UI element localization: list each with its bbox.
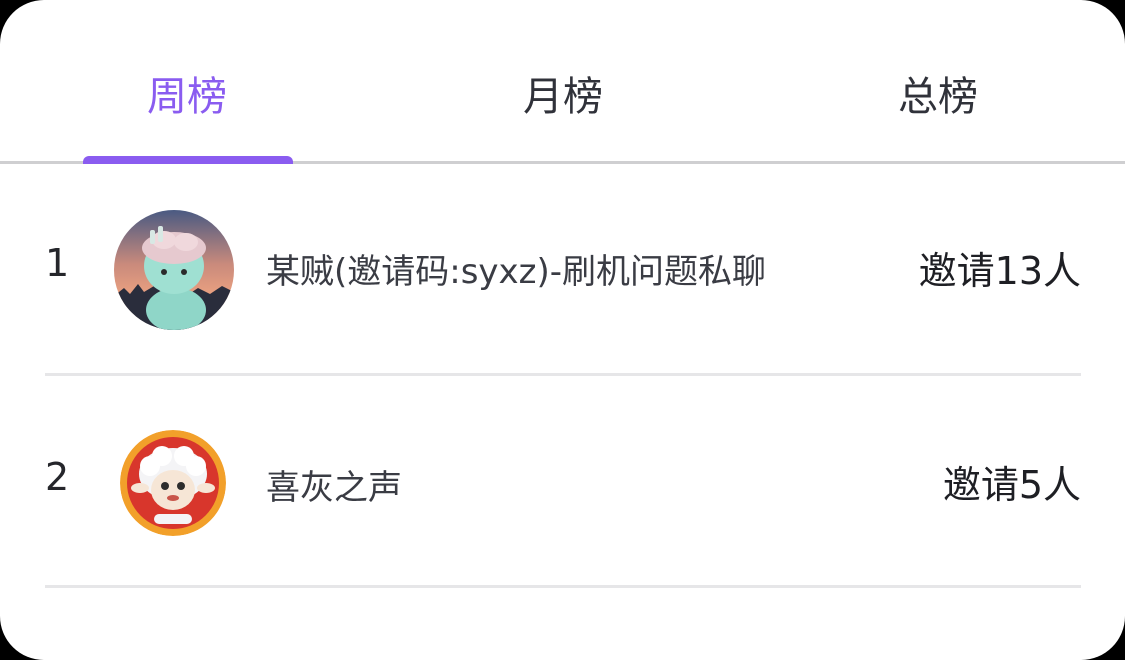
tab-week[interactable]: 周榜 — [62, 70, 312, 124]
active-tab-indicator — [83, 156, 293, 164]
rank-number: 2 — [45, 455, 70, 499]
leaderboard-card: 周榜 月榜 总榜 1 某贼(邀请码:syxz)-刷机问题私聊 邀请13人 2 喜… — [0, 0, 1125, 660]
avatar[interactable] — [114, 210, 234, 330]
rank-number: 1 — [45, 241, 70, 285]
leaderboard-row[interactable]: 2 喜灰之声 邀请5人 — [45, 378, 1081, 588]
tab-bar: 周榜 月榜 总榜 — [0, 0, 1125, 164]
invite-count: 邀请5人 — [942, 463, 1081, 507]
avatar[interactable] — [120, 430, 226, 536]
doll-figure-avatar-icon — [114, 210, 234, 330]
user-name: 某贼(邀请码:syxz)-刷机问题私聊 — [266, 252, 767, 292]
leaderboard-row[interactable]: 1 某贼(邀请码:syxz)-刷机问题私聊 邀请13人 — [45, 166, 1081, 376]
invite-count: 邀请13人 — [918, 249, 1081, 293]
sheep-avatar-icon — [120, 430, 226, 536]
tab-month[interactable]: 月榜 — [438, 70, 688, 124]
tab-total[interactable]: 总榜 — [813, 70, 1063, 124]
user-name: 喜灰之声 — [266, 468, 402, 508]
